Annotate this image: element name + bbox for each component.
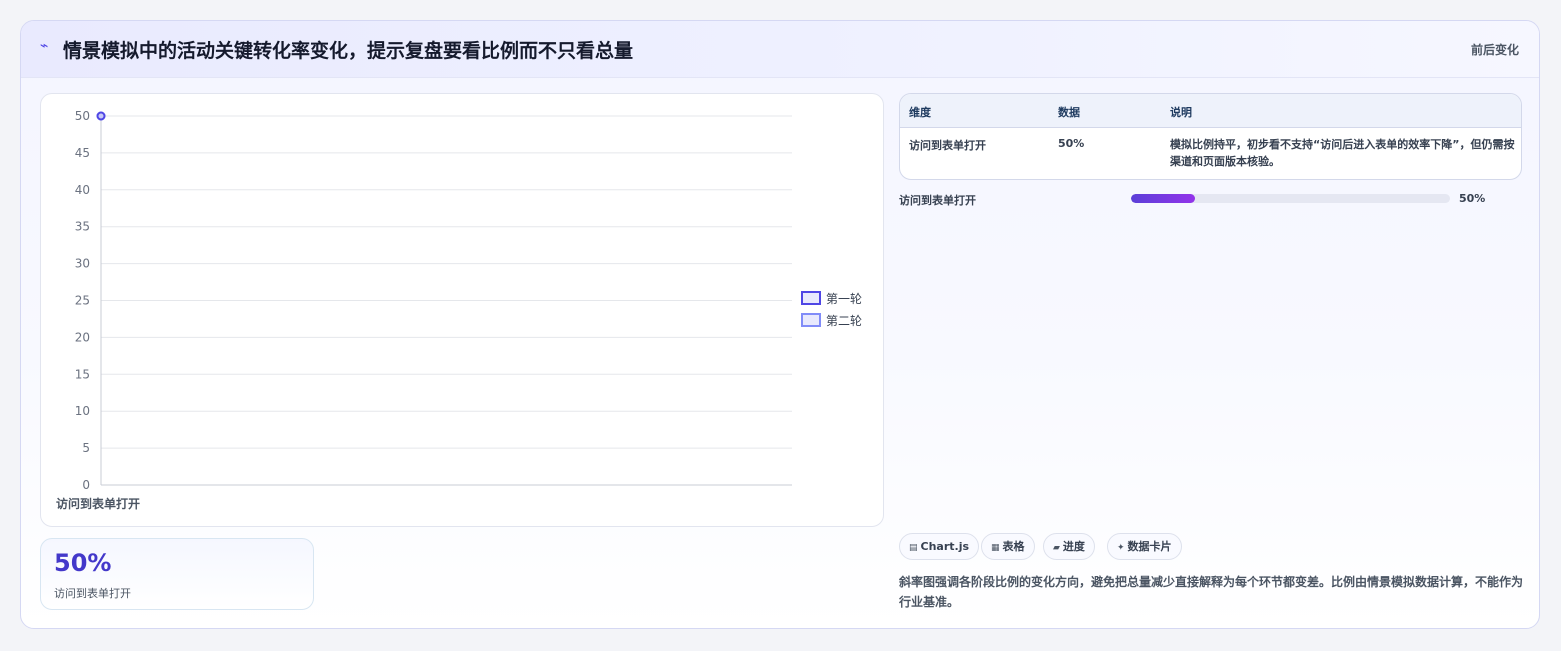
cell-data: 50% xyxy=(1058,137,1085,150)
trend-icon: ⌁ xyxy=(40,38,49,54)
col-header-data: 数据 xyxy=(1058,106,1080,119)
chip-label: Chart.js xyxy=(920,540,970,553)
chip-data-card[interactable]: ✦ 数据卡片 xyxy=(1107,533,1182,560)
y-tick-label: 40 xyxy=(75,183,90,197)
stat-value: 50% xyxy=(54,549,112,577)
y-tick-label: 20 xyxy=(75,330,90,344)
y-tick-label: 45 xyxy=(75,146,90,160)
card-title: 情景模拟中的活动关键转化率变化，提示复盘要看比例而不只看总量 xyxy=(63,40,634,62)
y-tick-label: 30 xyxy=(75,257,90,271)
slope-chart: 0 5 10 15 20 25 30 35 40 45 50 访问到表单打开 第一轮第二轮 xyxy=(56,109,862,511)
progress-icon: ▰ xyxy=(1053,543,1060,553)
y-tick-label: 25 xyxy=(75,294,90,308)
progress-fill xyxy=(1131,194,1195,203)
data-table: 维度 数据 说明 访问到表单打开 50% 模拟比例持平，初步看不支持“访问后进入… xyxy=(899,93,1522,180)
report-card: ⌁ 情景模拟中的活动关键转化率变化，提示复盘要看比例而不只看总量 前后变化 0 5… xyxy=(20,20,1540,629)
y-tick-label: 15 xyxy=(75,367,90,381)
chip-label: 进度 xyxy=(1062,540,1085,553)
legend-label: 第一轮 xyxy=(826,292,862,306)
cell-note: 模拟比例持平，初步看不支持“访问后进入表单的效率下降”，但仍需按渠道和页面版本核… xyxy=(1170,138,1515,168)
y-tick-label: 10 xyxy=(75,404,90,418)
table-icon: ▦ xyxy=(991,543,1000,553)
table-header: 维度 数据 说明 xyxy=(900,94,1521,128)
legend-swatch xyxy=(801,291,821,305)
chart-panel: 0 5 10 15 20 25 30 35 40 45 50 访问到表单打开 第一轮第二轮 xyxy=(40,93,884,527)
card-header: ⌁ 情景模拟中的活动关键转化率变化，提示复盘要看比例而不只看总量 前后变化 xyxy=(21,21,1539,78)
footnote: 斜率图强调各阶段比例的变化方向，避免把总量减少直接解释为每个环节都变差。比例由情… xyxy=(899,575,1524,609)
chip-table[interactable]: ▦ 表格 xyxy=(981,533,1035,560)
y-tick-label: 35 xyxy=(75,220,90,234)
legend-swatch xyxy=(801,313,821,327)
progress-value: 50% xyxy=(1459,192,1486,205)
chart-icon: ▤ xyxy=(909,543,918,553)
y-tick-label: 5 xyxy=(82,441,90,455)
chip-chartjs[interactable]: ▤ Chart.js xyxy=(899,533,980,560)
stat-label: 访问到表单打开 xyxy=(54,587,131,600)
card-icon: ✦ xyxy=(1117,543,1125,553)
y-tick-label: 0 xyxy=(82,478,90,492)
stat-card: 50% 访问到表单打开 xyxy=(40,538,314,610)
y-tick-label: 50 xyxy=(75,109,90,123)
chip-label: 数据卡片 xyxy=(1127,540,1172,553)
progress-label: 访问到表单打开 xyxy=(899,194,976,207)
col-header-note: 说明 xyxy=(1170,106,1192,119)
chip-label: 表格 xyxy=(1002,540,1025,553)
x-tick-label: 访问到表单打开 xyxy=(56,496,140,511)
col-header-dimension: 维度 xyxy=(909,106,931,119)
data-point-1 xyxy=(96,111,106,121)
cell-dimension: 访问到表单打开 xyxy=(909,139,986,152)
header-tag: 前后变化 xyxy=(1470,43,1519,57)
chip-progress[interactable]: ▰ 进度 xyxy=(1043,533,1095,560)
legend-label: 第二轮 xyxy=(826,314,862,328)
progress-bar xyxy=(1131,194,1450,203)
